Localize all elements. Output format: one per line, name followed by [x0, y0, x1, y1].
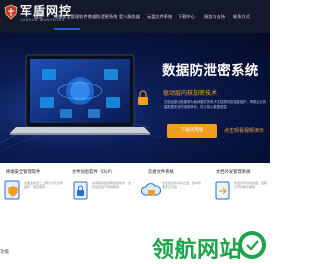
product-title-endpoint[interactable]: 终端安全管理软件	[6, 169, 40, 175]
nav-item-home[interactable]: 首页	[34, 14, 42, 20]
product-desc-endpoint: 全面监控员工上网行为及文件操作，规范使用	[24, 181, 64, 190]
shield-logo-icon	[4, 4, 18, 20]
features-section-label: 功能	[0, 250, 9, 255]
nav-item-download[interactable]: 下载中心	[178, 14, 195, 20]
nav-item-endpoint-security[interactable]: 终端安全管理软件	[54, 14, 88, 20]
hero-subtitle: 驱动层内核加密技术	[163, 90, 218, 97]
product-title-outgoing[interactable]: 文档外发管理系统	[216, 169, 250, 175]
send-file-icon	[215, 181, 230, 200]
lock-file-icon	[73, 181, 88, 200]
watermark-badge-icon	[238, 231, 266, 259]
download-trial-button[interactable]: 下载试用版	[167, 124, 217, 138]
hero-description: 文档加密功能能够为各种格式的电子文档提供高强度保护，帮助企业构建数据安全防泄密体…	[164, 100, 267, 109]
products-section: 终端安全管理软件 全面监控员工上网行为及文件操作，规范使用 文件加密软件（DLP…	[0, 163, 270, 264]
nav-item-dlp[interactable]: 数据防泄密系统	[88, 14, 117, 20]
nav-item-support[interactable]: 服务与支持	[204, 14, 225, 20]
nav-item-login-server[interactable]: 登入服务器	[119, 14, 140, 20]
product-title-cloud[interactable]: 云盘文件系统	[148, 169, 174, 175]
nav-item-contact[interactable]: 联系方式	[233, 14, 250, 20]
site-watermark: 领航网站	[152, 238, 243, 263]
product-title-dlp[interactable]: 文件加密软件（DLP）	[72, 169, 115, 175]
product-desc-dlp: 采用驱动层透明加密技术，文件加密后不影响使用	[92, 181, 132, 190]
video-demo-link[interactable]: 点击观看视频演示	[224, 127, 264, 134]
hero-laptop-illustration	[0, 54, 161, 152]
shield-doc-icon	[4, 180, 20, 200]
nav-item-cloud-disk[interactable]: 云盘文件系统	[147, 14, 172, 20]
hero-banner: 数据防泄密系统 驱动层内核加密技术 文档加密功能能够为各种格式的电子文档提供高强…	[0, 33, 270, 163]
top-nav-bar: 军盾网控 JUNDUN WANGKONG 首页 终端安全管理软件 数据防泄密系统…	[0, 0, 270, 33]
hero-title: 数据防泄密系统	[162, 63, 259, 79]
product-desc-cloud: 企业级文件共享云盘，集中存储安全可控	[162, 181, 202, 190]
product-desc-outgoing: 外发文件自动加密，控制打开次数与期限	[234, 181, 268, 190]
nav-active-indicator	[54, 28, 80, 30]
cloud-folder-icon	[141, 183, 162, 196]
